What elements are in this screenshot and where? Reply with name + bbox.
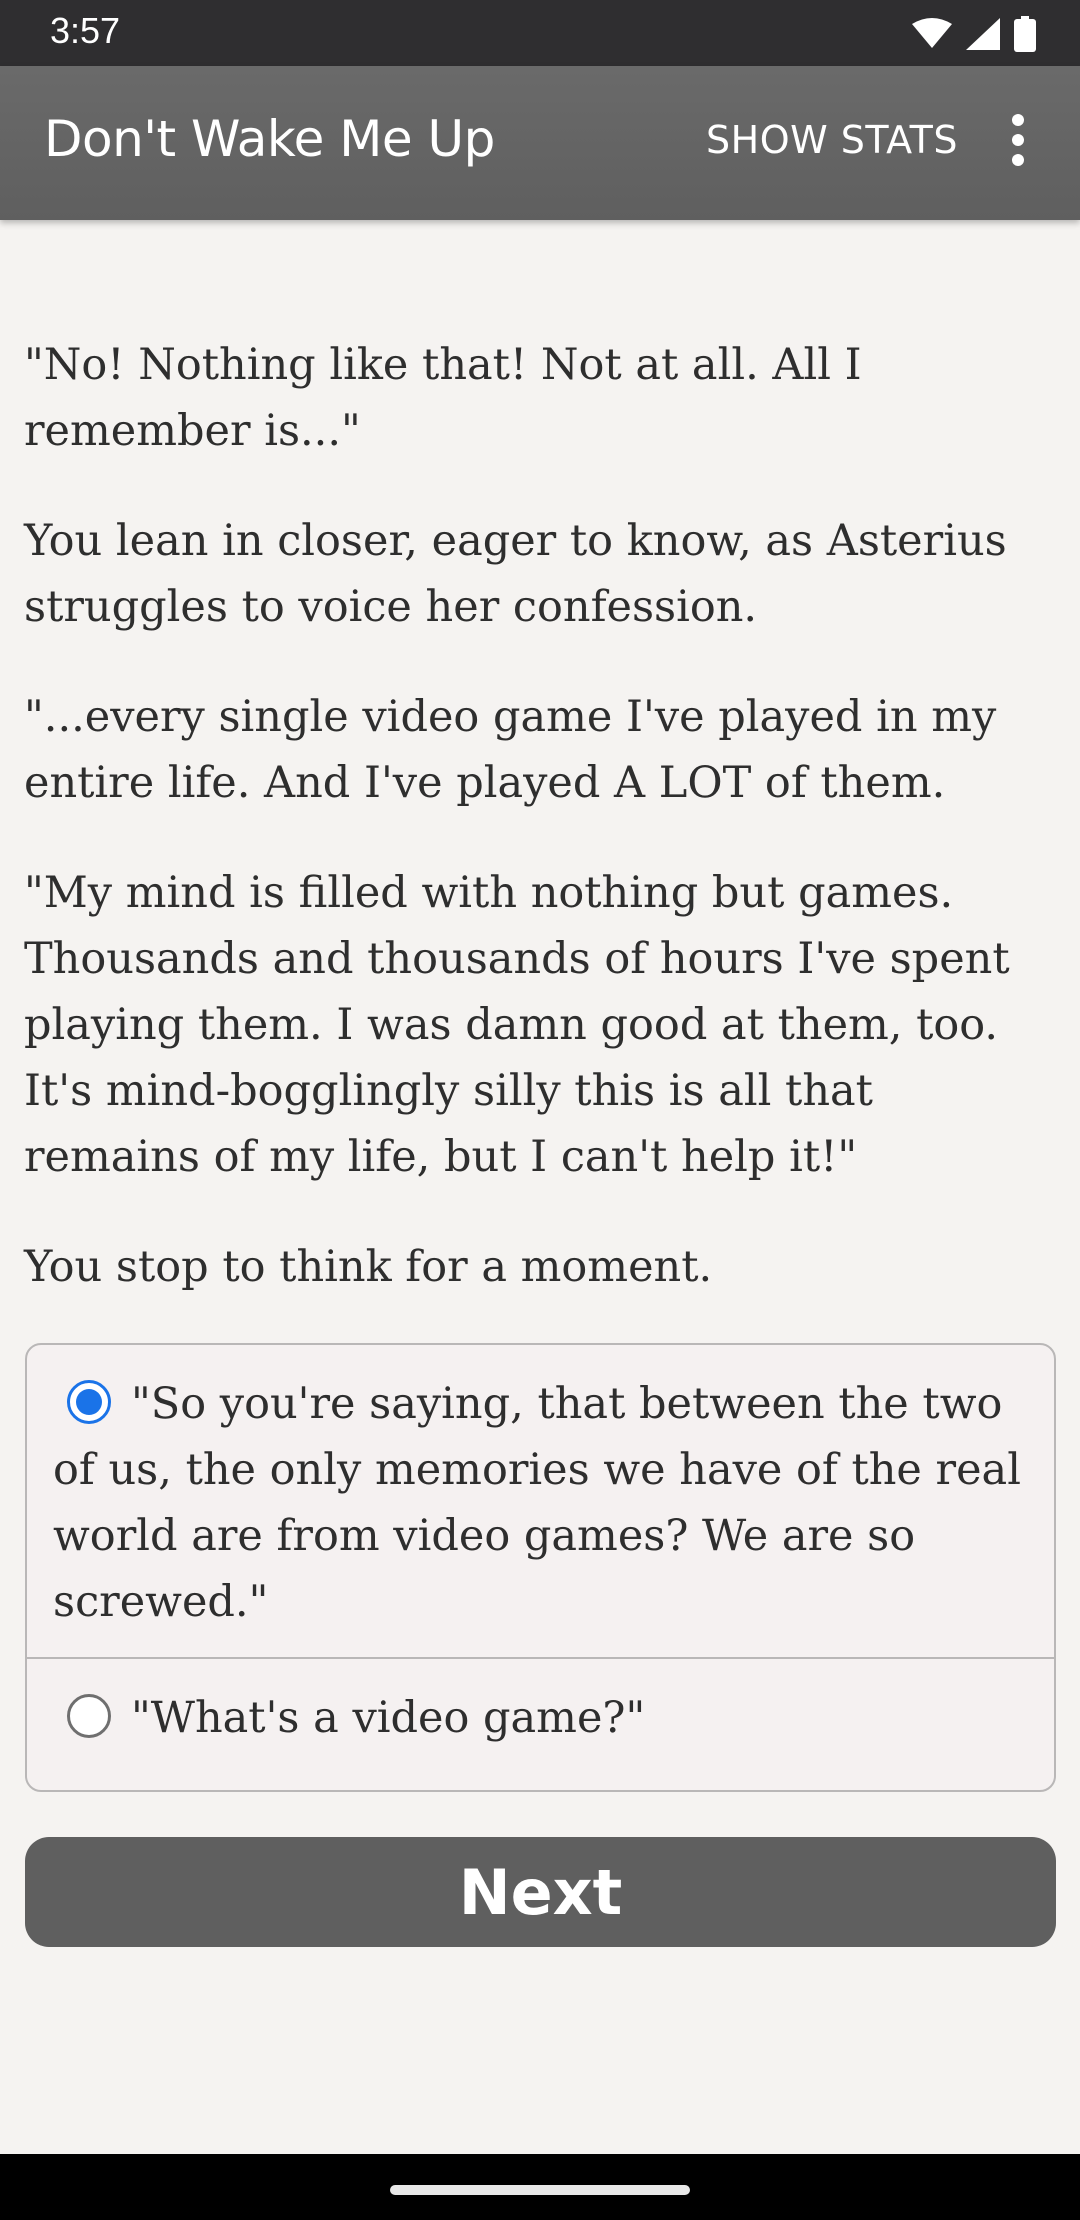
show-stats-button[interactable]: SHOW STATS xyxy=(706,118,958,162)
story-text: "No! Nothing like that! Not at all. All … xyxy=(24,332,1054,1344)
status-bar: 3:57 xyxy=(0,0,1080,66)
story-paragraph: You lean in closer, eager to know, as As… xyxy=(24,516,1007,632)
story-paragraph: "No! Nothing like that! Not at all. All … xyxy=(24,340,862,456)
battery-icon xyxy=(1014,16,1036,52)
next-button[interactable]: Next xyxy=(25,1837,1056,1947)
app-title: Don't Wake Me Up xyxy=(44,110,495,168)
navigation-bar xyxy=(0,2154,1080,2220)
choice-option-1[interactable]: "So you're saying, that between the two … xyxy=(27,1345,1054,1659)
story-paragraph: "My mind is filled with nothing but game… xyxy=(24,868,1010,1182)
cell-signal-icon xyxy=(966,18,1000,50)
menu-dot xyxy=(1012,134,1024,146)
wifi-icon xyxy=(912,18,952,48)
menu-dot xyxy=(1012,114,1024,126)
choice-option-2[interactable]: "What's a video game?" xyxy=(27,1659,1054,1790)
radio-button[interactable] xyxy=(67,1694,111,1738)
menu-dot xyxy=(1012,154,1024,166)
choice-list: "So you're saying, that between the two … xyxy=(25,1343,1056,1792)
status-time: 3:57 xyxy=(50,10,121,51)
story-paragraph: You stop to think for a moment. xyxy=(24,1242,713,1292)
radio-button-selected[interactable] xyxy=(67,1380,111,1424)
home-gesture-handle[interactable] xyxy=(390,2185,690,2195)
more-vert-icon[interactable] xyxy=(998,112,1038,168)
choice-label: "So you're saying, that between the two … xyxy=(53,1379,1021,1627)
status-icons xyxy=(912,14,1036,54)
story-paragraph: "...every single video game I've played … xyxy=(24,692,997,808)
app-bar: Don't Wake Me Up SHOW STATS xyxy=(0,66,1080,220)
choice-label: "What's a video game?" xyxy=(131,1693,646,1743)
